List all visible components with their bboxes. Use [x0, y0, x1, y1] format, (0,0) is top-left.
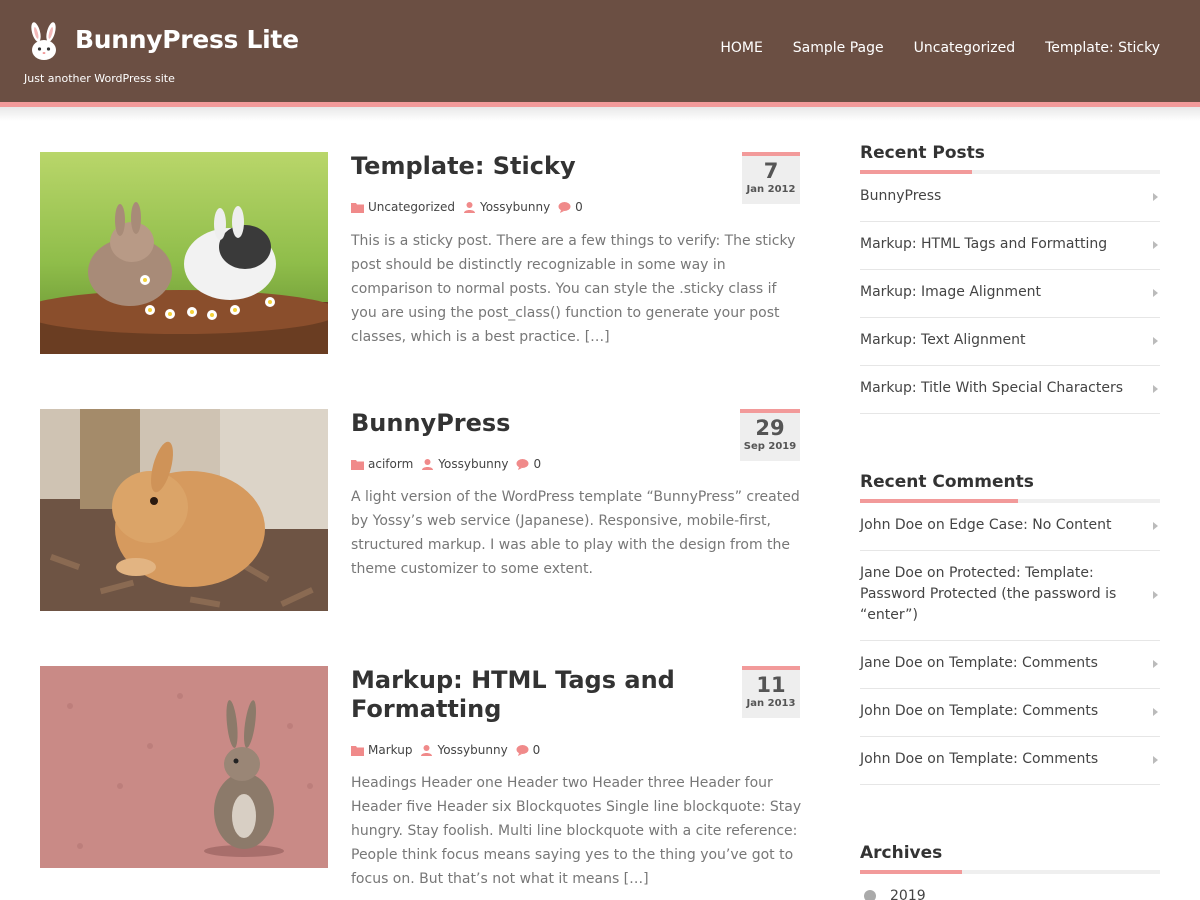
recent-comment-item[interactable]: Jane Doe on Protected: Template: Passwor…	[860, 551, 1160, 641]
archive-item[interactable]: 2019	[860, 888, 926, 900]
archive-bullet-icon	[864, 890, 876, 900]
recent-comment-item[interactable]: Jane Doe on Template: Comments	[860, 641, 1160, 689]
nav-item-uncategorized[interactable]: Uncategorized	[914, 40, 1015, 56]
post-date-month-year: Jan 2013	[746, 698, 796, 709]
post-date-day: 11	[756, 673, 786, 697]
post-author-link[interactable]: Yossybunny	[438, 457, 508, 471]
post-date-day: 7	[763, 159, 779, 183]
recent-comment-link[interactable]: Jane Doe on Template: Comments	[860, 653, 1140, 674]
post-card: Markup: HTML Tags and Formatting 11 Jan …	[40, 666, 802, 896]
post-comment-count[interactable]: 0	[533, 743, 541, 757]
comment-icon	[516, 458, 529, 470]
recent-post-item[interactable]: BunnyPress	[860, 174, 1160, 222]
comment-icon	[558, 201, 571, 213]
chevron-right-icon	[1153, 708, 1158, 716]
post-category-link[interactable]: Uncategorized	[368, 200, 455, 214]
chevron-right-icon	[1153, 241, 1158, 249]
nav-item-sample-page[interactable]: Sample Page	[793, 40, 884, 56]
post-comment-count[interactable]: 0	[533, 457, 541, 471]
widget-title: Recent Posts	[860, 143, 985, 163]
chevron-right-icon	[1153, 591, 1158, 599]
post-title[interactable]: BunnyPress	[351, 409, 681, 438]
post-excerpt: This is a sticky post. There are a few t…	[351, 233, 796, 345]
post-meta: Markup Yossybunny 0	[351, 743, 548, 757]
chevron-right-icon	[1153, 385, 1158, 393]
post-comment-count[interactable]: 0	[575, 200, 583, 214]
post-meta: Uncategorized Yossybunny 0	[351, 200, 591, 214]
recent-post-item[interactable]: Markup: Image Alignment	[860, 270, 1160, 318]
post-date-month-year: Jan 2012	[746, 184, 796, 195]
folder-icon	[351, 745, 364, 756]
post-author-link[interactable]: Yossybunny	[480, 200, 550, 214]
chevron-right-icon	[1153, 522, 1158, 530]
widget-title-underline	[860, 870, 1160, 874]
folder-icon	[351, 459, 364, 470]
recent-post-link[interactable]: Markup: HTML Tags and Formatting	[860, 234, 1140, 255]
widget-title: Archives	[860, 843, 943, 863]
post-thumbnail[interactable]	[40, 409, 328, 611]
recent-post-item[interactable]: Markup: HTML Tags and Formatting	[860, 222, 1160, 270]
recent-post-link[interactable]: Markup: Text Alignment	[860, 330, 1140, 351]
post-excerpt: A light version of the WordPress templat…	[351, 489, 800, 577]
post-date-day: 29	[755, 416, 785, 440]
post-category-link[interactable]: Markup	[368, 743, 412, 757]
widget-title: Recent Comments	[860, 472, 1034, 492]
post-title[interactable]: Markup: HTML Tags and Formatting	[351, 666, 681, 724]
recent-post-link[interactable]: Markup: Title With Special Characters	[860, 378, 1140, 399]
folder-icon	[351, 202, 364, 213]
post-card: Template: Sticky 7 Jan 2012 Uncategorize…	[40, 152, 800, 362]
chevron-right-icon	[1153, 337, 1158, 345]
header-shadow	[0, 107, 1200, 121]
post-card: BunnyPress 29 Sep 2019 aciform Yossybunn…	[40, 409, 800, 619]
post-date-badge: 11 Jan 2013	[742, 666, 800, 718]
rabbit-logo-icon[interactable]	[26, 22, 62, 62]
recent-comment-link[interactable]: John Doe on Edge Case: No Content	[860, 515, 1140, 536]
main-navigation: HOME Sample Page Uncategorized Template:…	[720, 40, 1160, 56]
recent-post-item[interactable]: Markup: Text Alignment	[860, 318, 1160, 366]
chevron-right-icon	[1153, 660, 1158, 668]
user-icon	[421, 744, 433, 756]
post-category-link[interactable]: aciform	[368, 457, 413, 471]
post-thumbnail[interactable]	[40, 666, 328, 868]
post-date-badge: 29 Sep 2019	[740, 409, 800, 461]
site-title[interactable]: BunnyPress Lite	[75, 25, 299, 54]
post-author-link[interactable]: Yossybunny	[437, 743, 507, 757]
chevron-right-icon	[1153, 193, 1158, 201]
recent-comment-item[interactable]: John Doe on Edge Case: No Content	[860, 503, 1160, 551]
site-description: Just another WordPress site	[24, 72, 175, 85]
post-excerpt: Headings Header one Header two Header th…	[351, 775, 802, 887]
recent-comment-link[interactable]: John Doe on Template: Comments	[860, 749, 1140, 770]
recent-comment-link[interactable]: Jane Doe on Protected: Template: Passwor…	[860, 563, 1140, 626]
post-meta: aciform Yossybunny 0	[351, 457, 549, 471]
recent-comment-link[interactable]: John Doe on Template: Comments	[860, 701, 1140, 722]
comment-icon	[516, 744, 529, 756]
site-header: BunnyPress Lite Just another WordPress s…	[0, 0, 1200, 102]
post-date-month-year: Sep 2019	[743, 441, 797, 452]
post-title[interactable]: Template: Sticky	[351, 152, 681, 181]
user-icon	[463, 201, 475, 213]
recent-post-link[interactable]: Markup: Image Alignment	[860, 282, 1140, 303]
chevron-right-icon	[1153, 756, 1158, 764]
recent-post-item[interactable]: Markup: Title With Special Characters	[860, 366, 1160, 414]
chevron-right-icon	[1153, 289, 1158, 297]
recent-comment-item[interactable]: John Doe on Template: Comments	[860, 689, 1160, 737]
post-thumbnail[interactable]	[40, 152, 328, 354]
recent-comment-item[interactable]: John Doe on Template: Comments	[860, 737, 1160, 785]
archive-link[interactable]: 2019	[890, 888, 926, 900]
post-date-badge: 7 Jan 2012	[742, 152, 800, 204]
nav-item-template-sticky[interactable]: Template: Sticky	[1045, 40, 1160, 56]
user-icon	[422, 458, 434, 470]
recent-post-link[interactable]: BunnyPress	[860, 186, 1140, 207]
nav-item-home[interactable]: HOME	[720, 40, 762, 56]
